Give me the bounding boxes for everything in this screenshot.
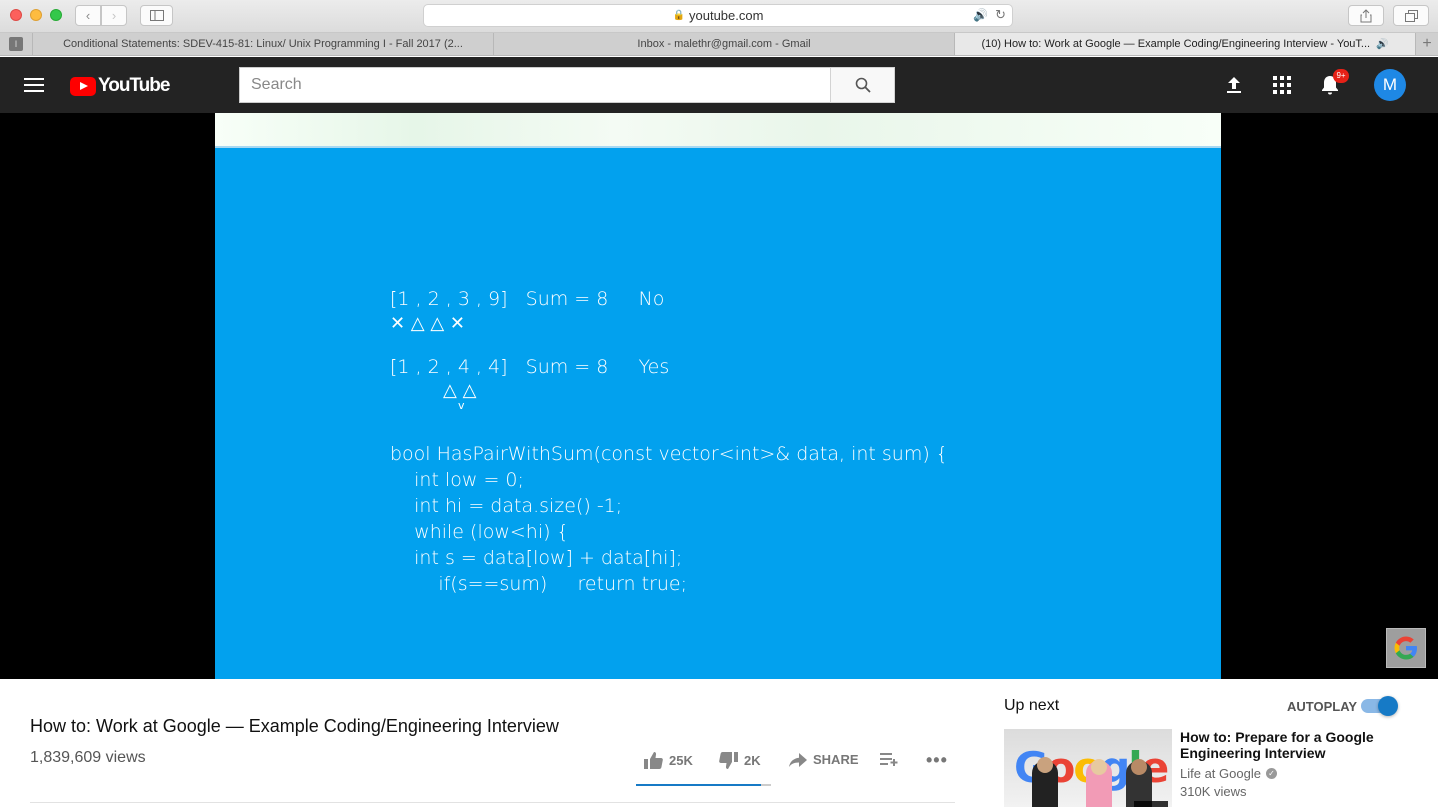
tab-label: Inbox - malethr@gmail.com - Gmail bbox=[637, 38, 811, 50]
video-text-line-2: [1 , 2 , 4 , 4] Sum = 8 Yes bbox=[390, 356, 670, 378]
video-marks-line-2: △ △ bbox=[443, 380, 477, 401]
youtube-wordmark: YouTube bbox=[98, 75, 170, 96]
video-caret-mark: v bbox=[458, 399, 465, 412]
browser-toolbar: ‹ › 🔒 youtube.com 🔊 ↻ bbox=[0, 0, 1438, 33]
thumbs-down-icon bbox=[719, 752, 738, 769]
audio-playing-icon[interactable]: 🔊 bbox=[973, 8, 988, 22]
video-code-line: while (low<hi) { bbox=[390, 521, 569, 543]
channel-name: Life at Google bbox=[1180, 766, 1261, 781]
thumbnail-person-head bbox=[1037, 757, 1053, 773]
dislike-button[interactable]: 2K bbox=[719, 752, 761, 769]
sidebar-icon bbox=[149, 10, 164, 21]
tab-youtube[interactable]: (10) How to: Work at Google — Example Co… bbox=[955, 33, 1416, 55]
recommendation-title[interactable]: How to: Prepare for a Google Engineering… bbox=[1180, 729, 1400, 761]
view-count: 1,839,609 views bbox=[30, 749, 146, 766]
search-input[interactable]: Search bbox=[239, 67, 831, 103]
share-icon bbox=[1360, 8, 1372, 22]
up-next-heading: Up next bbox=[1004, 697, 1060, 714]
google-logo-icon[interactable] bbox=[1386, 628, 1426, 668]
chevron-right-icon: › bbox=[111, 8, 117, 23]
share-page-button[interactable] bbox=[1348, 5, 1384, 26]
show-tabs-button[interactable] bbox=[1393, 5, 1429, 26]
forward-button[interactable]: › bbox=[101, 5, 127, 26]
lock-icon: 🔒 bbox=[672, 10, 685, 21]
dislike-count: 2K bbox=[744, 753, 761, 768]
divider bbox=[30, 802, 955, 803]
thumbnail-person-head bbox=[1091, 759, 1107, 775]
video-code-line: int low = 0; bbox=[390, 469, 524, 491]
upload-icon[interactable] bbox=[1222, 73, 1246, 97]
video-top-strip bbox=[215, 113, 1221, 148]
video-code-line: if(s==sum) return true; bbox=[390, 573, 688, 595]
window-close-button[interactable] bbox=[10, 9, 22, 21]
menu-icon[interactable] bbox=[24, 78, 44, 96]
playlist-add-icon bbox=[880, 753, 898, 766]
search-icon bbox=[855, 77, 871, 93]
reload-icon[interactable]: ↻ bbox=[995, 7, 1006, 23]
add-to-playlist-button[interactable] bbox=[880, 752, 904, 766]
video-title: How to: Work at Google — Example Coding/… bbox=[30, 716, 559, 736]
back-button[interactable]: ‹ bbox=[75, 5, 101, 26]
tab-bar: I Conditional Statements: SDEV-415-81: L… bbox=[0, 33, 1438, 56]
sidebar-toggle-button[interactable] bbox=[140, 5, 173, 26]
sentiment-bar-fill bbox=[636, 784, 761, 786]
like-button[interactable]: 25K bbox=[644, 752, 693, 769]
address-bar[interactable]: 🔒 youtube.com 🔊 ↻ bbox=[423, 4, 1013, 27]
tab-canvas[interactable]: Conditional Statements: SDEV-415-81: Lin… bbox=[33, 33, 494, 55]
address-text: youtube.com bbox=[689, 8, 764, 23]
tab-label: Conditional Statements: SDEV-415-81: Lin… bbox=[63, 38, 463, 50]
apps-grid-icon[interactable] bbox=[1270, 73, 1294, 97]
video-code-line: int hi = data.size() -1; bbox=[390, 495, 623, 517]
account-avatar[interactable]: M bbox=[1374, 69, 1406, 101]
youtube-logo[interactable]: YouTube bbox=[70, 75, 170, 97]
verified-check-icon: ✓ bbox=[1265, 768, 1277, 779]
video-duration-badge bbox=[1134, 801, 1168, 807]
notification-count-badge: 9+ bbox=[1333, 69, 1349, 83]
chevron-left-icon: ‹ bbox=[85, 8, 91, 23]
thumbnail-person-head bbox=[1131, 759, 1147, 775]
youtube-header: YouTube Search 9+ M bbox=[0, 57, 1438, 113]
tab-label: (10) How to: Work at Google — Example Co… bbox=[981, 38, 1371, 50]
search-button[interactable] bbox=[830, 67, 895, 103]
like-count: 25K bbox=[669, 753, 693, 768]
video-frame[interactable]: [1 , 2 , 3 , 9] Sum = 8 No ✕ △ △ ✕ [1 , … bbox=[215, 113, 1221, 679]
youtube-play-icon bbox=[70, 76, 96, 96]
share-label: SHARE bbox=[813, 752, 859, 767]
autoplay-toggle[interactable] bbox=[1361, 696, 1398, 716]
search-placeholder: Search bbox=[251, 76, 302, 93]
tab-gmail[interactable]: Inbox - malethr@gmail.com - Gmail bbox=[494, 33, 955, 55]
more-dots-icon: ••• bbox=[926, 750, 948, 770]
recommendation-views: 310K views bbox=[1180, 784, 1247, 799]
video-text-line-1: [1 , 2 , 3 , 9] Sum = 8 No bbox=[390, 288, 665, 310]
recommendation-channel[interactable]: Life at Google ✓ bbox=[1180, 766, 1277, 781]
video-code-line: bool HasPairWithSum(const vector<int>& d… bbox=[390, 443, 948, 465]
video-player[interactable]: [1 , 2 , 3 , 9] Sum = 8 No ✕ △ △ ✕ [1 , … bbox=[0, 113, 1438, 679]
recommendation-thumbnail[interactable]: Google bbox=[1004, 729, 1172, 807]
sentiment-bar bbox=[636, 784, 771, 786]
toggle-knob[interactable] bbox=[1378, 696, 1398, 716]
video-marks-line-1: ✕ △ △ ✕ bbox=[390, 313, 466, 334]
thumbs-up-icon bbox=[644, 752, 663, 769]
tab-audio-icon[interactable]: 🔊 bbox=[1376, 39, 1388, 50]
video-code-line: int s = data[low] + data[hi]; bbox=[390, 547, 683, 569]
pinned-site-icon: I bbox=[9, 37, 23, 51]
share-button[interactable]: SHARE bbox=[789, 752, 859, 767]
window-maximize-button[interactable] bbox=[50, 9, 62, 21]
pinned-tab[interactable]: I bbox=[0, 33, 33, 55]
share-arrow-icon bbox=[789, 752, 807, 767]
window-minimize-button[interactable] bbox=[30, 9, 42, 21]
more-actions-button[interactable]: ••• bbox=[926, 750, 948, 771]
autoplay-label: AUTOPLAY bbox=[1287, 699, 1358, 714]
tabs-overview-icon bbox=[1404, 9, 1418, 22]
new-tab-button[interactable]: + bbox=[1416, 33, 1438, 55]
